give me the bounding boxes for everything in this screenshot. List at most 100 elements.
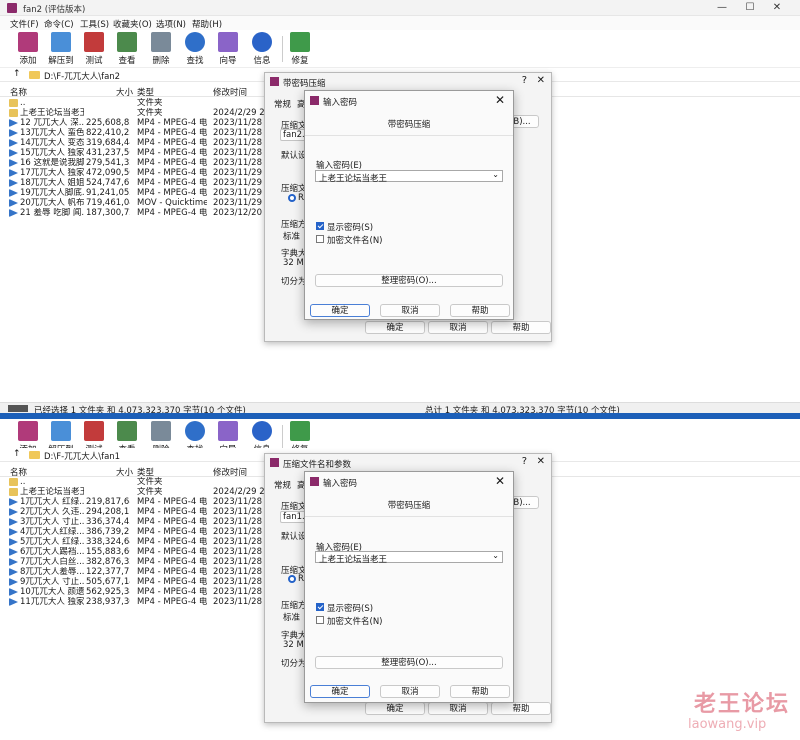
video-file-icon <box>9 179 18 187</box>
toolbar-view-button[interactable]: 查看 <box>110 32 144 68</box>
organize-passwords-button[interactable]: 整理密码(O)... <box>315 656 503 669</box>
archive-name-field[interactable]: fan1.ra <box>280 511 313 523</box>
menu-tools[interactable]: 工具(S) <box>80 18 109 30</box>
dialog-close-icon[interactable]: ✕ <box>537 75 545 86</box>
up-arrow-icon[interactable]: ↑ <box>13 69 21 79</box>
password-help-button[interactable]: 帮助 <box>450 304 510 317</box>
password-cancel-button[interactable]: 取消 <box>380 304 440 317</box>
organize-passwords-button[interactable]: 整理密码(O)... <box>315 274 503 287</box>
file-name: 11兀兀大人 独家... <box>20 597 84 607</box>
format-rar-radio[interactable] <box>288 575 296 583</box>
bg-cancel-button[interactable]: 取消 <box>428 321 488 334</box>
file-modified: 2023/11/28 2 <box>213 138 265 148</box>
file-type: MP4 - MPEG-4 电... <box>137 497 207 507</box>
col-name-header[interactable]: 名称 <box>10 86 27 98</box>
password-ok-button[interactable]: 确定 <box>310 304 370 317</box>
bg-help-button[interactable]: 帮助 <box>491 321 551 334</box>
video-file-icon <box>9 548 18 556</box>
file-type: MP4 - MPEG-4 电... <box>137 537 207 547</box>
file-name: 14兀兀大人 变态... <box>20 138 84 148</box>
file-name: 3兀兀大人 寸止... <box>20 517 84 527</box>
help-question-icon[interactable]: ? <box>522 75 527 86</box>
show-password-checkbox[interactable] <box>316 603 324 611</box>
video-file-icon <box>9 209 18 217</box>
file-type: MP4 - MPEG-4 电... <box>137 208 207 218</box>
close-button[interactable]: ✕ <box>767 1 787 15</box>
video-file-icon <box>9 139 18 147</box>
file-type: 文件夹 <box>137 108 163 118</box>
file-type: MP4 - MPEG-4 电... <box>137 178 207 188</box>
compression-method-value[interactable]: 标准 <box>283 611 300 623</box>
watermark-url: laowang.vip <box>688 717 767 732</box>
address-path[interactable]: D:\F-兀兀大人\fan1 <box>44 450 120 462</box>
password-combo[interactable]: 上老王论坛当老王 ⌄ <box>315 551 503 565</box>
password-help-button[interactable]: 帮助 <box>450 685 510 698</box>
menu-options[interactable]: 选项(N) <box>156 18 186 30</box>
chevron-down-icon[interactable]: ⌄ <box>492 551 499 560</box>
file-name: 4兀兀大人红绿... <box>20 527 84 537</box>
password-ok-button[interactable]: 确定 <box>310 685 370 698</box>
compression-method-value[interactable]: 标准 <box>283 230 300 242</box>
menu-commands[interactable]: 命令(C) <box>44 18 74 30</box>
toolbar-test-button[interactable]: 测试 <box>77 32 111 68</box>
address-path[interactable]: D:\F-兀兀大人\fan2 <box>44 70 120 82</box>
bg-ok-button[interactable]: 确定 <box>365 702 425 715</box>
file-size: 225,608,851 <box>86 118 130 128</box>
view-book-icon <box>117 32 137 52</box>
bg-help-button[interactable]: 帮助 <box>491 702 551 715</box>
help-question-icon[interactable]: ? <box>522 456 527 467</box>
chevron-down-icon[interactable]: ⌄ <box>492 170 499 179</box>
tab-general[interactable]: 常规 <box>274 98 291 110</box>
password-dialog-close-icon[interactable]: ✕ <box>495 474 505 488</box>
toolbar-extract-button[interactable]: 解压到 <box>44 32 78 68</box>
file-name: 5兀兀大人 红绿... <box>20 537 84 547</box>
file-modified: 2023/11/28 2 <box>213 507 265 517</box>
file-name: 2兀兀大人 久违... <box>20 507 84 517</box>
file-size: 122,377,718 <box>86 567 130 577</box>
col-size-header[interactable]: 大小 <box>116 86 133 98</box>
toolbar-add-button[interactable]: 添加 <box>11 32 45 68</box>
toolbar-info-button[interactable]: 信息 <box>245 32 279 68</box>
menu-help[interactable]: 帮助(H) <box>192 18 222 30</box>
password-cancel-button[interactable]: 取消 <box>380 685 440 698</box>
file-modified: 2023/11/28 2 <box>213 497 265 507</box>
toolbar-delete-button[interactable]: 删除 <box>144 32 178 68</box>
dialog-title: 压缩文件名和参数 <box>283 460 352 470</box>
minimize-button[interactable]: — <box>712 1 732 15</box>
file-name: 13兀兀大人 蛮色... <box>20 128 84 138</box>
format-rar-radio[interactable] <box>288 194 296 202</box>
col-date-header[interactable]: 修改时间 <box>213 86 247 98</box>
menu-file[interactable]: 文件(F) <box>10 18 39 30</box>
menu-bar: 文件(F) 命令(C) 工具(S) 收藏夹(O) 选项(N) 帮助(H) <box>0 16 800 30</box>
status-right: 总计 1 文件夹 和 4,073,323,370 字节(10 个文件) <box>425 406 620 413</box>
tab-general[interactable]: 常规 <box>274 479 291 491</box>
file-name: 21 羞辱 吃脚 闻... <box>20 208 84 218</box>
show-password-label: 显示密码(S) <box>327 223 374 233</box>
file-size: 505,677,149 <box>86 577 130 587</box>
up-arrow-icon[interactable]: ↑ <box>13 449 21 459</box>
bg-ok-button[interactable]: 确定 <box>365 321 425 334</box>
archive-name-field[interactable]: fan2.ra <box>280 129 313 141</box>
add-archive-icon <box>18 32 38 52</box>
file-modified: 2023/11/29 0 <box>213 178 265 188</box>
menu-favorites[interactable]: 收藏夹(O) <box>113 18 152 30</box>
maximize-button[interactable]: ☐ <box>740 1 760 15</box>
toolbar-find-button[interactable]: 查找 <box>178 32 212 68</box>
find-magnifier-icon <box>185 421 205 441</box>
dialog-close-icon[interactable]: ✕ <box>537 456 545 467</box>
file-type: MP4 - MPEG-4 电... <box>137 587 207 597</box>
col-type-header[interactable]: 类型 <box>137 86 154 98</box>
password-dialog-title: 输入密码 <box>323 98 358 108</box>
toolbar-wizard-button[interactable]: 向导 <box>211 32 245 68</box>
bg-cancel-button[interactable]: 取消 <box>428 702 488 715</box>
password-combo[interactable]: 上老王论坛当老王 ⌄ <box>315 170 503 184</box>
file-name: 12 兀兀大人 深... <box>20 118 84 128</box>
encrypt-filenames-checkbox[interactable] <box>316 616 324 624</box>
top-winrar-window: fan2 (评估版本) — ☐ ✕ 文件(F) 命令(C) 工具(S) 收藏夹(… <box>0 0 800 413</box>
password-dialog-close-icon[interactable]: ✕ <box>495 93 505 107</box>
info-icon <box>252 32 272 52</box>
show-password-checkbox[interactable] <box>316 222 324 230</box>
encrypt-filenames-checkbox[interactable] <box>316 235 324 243</box>
toolbar-repair-button[interactable]: 修复 <box>283 32 317 68</box>
file-modified: 2023/11/28 2 <box>213 557 265 567</box>
